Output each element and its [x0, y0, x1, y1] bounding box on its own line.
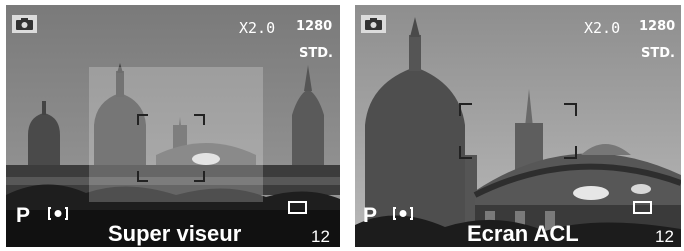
digital-zoom-readout: X2.0: [584, 19, 621, 37]
metering-icon: [393, 207, 413, 220]
exposure-mode: P: [16, 204, 31, 227]
lcd-monitor-screen: X2.0 1280 STD. P Ecran ACL 12: [355, 5, 681, 247]
image-resolution: 1280: [296, 19, 333, 34]
camera-icon: [361, 15, 386, 33]
af-frame-brackets: [137, 114, 205, 182]
image-resolution: 1280: [639, 19, 676, 34]
digital-zoom-readout: X2.0: [239, 19, 276, 37]
image-size-frame-icon: [288, 201, 307, 214]
af-frame-brackets: [459, 103, 577, 159]
image-quality: STD.: [299, 46, 333, 61]
frames-remaining: 12: [655, 227, 674, 246]
camera-icon: [12, 15, 37, 33]
super-viewfinder-screen: X2.0 1280 STD. P Super viseur 12: [6, 5, 340, 247]
exposure-mode: P: [363, 204, 378, 227]
image-size-frame-icon: [633, 201, 652, 214]
frames-remaining: 12: [311, 227, 330, 246]
metering-icon: [48, 207, 68, 220]
image-quality: STD.: [641, 46, 675, 61]
screen-caption: Ecran ACL: [467, 221, 579, 246]
screen-caption: Super viseur: [108, 221, 242, 246]
